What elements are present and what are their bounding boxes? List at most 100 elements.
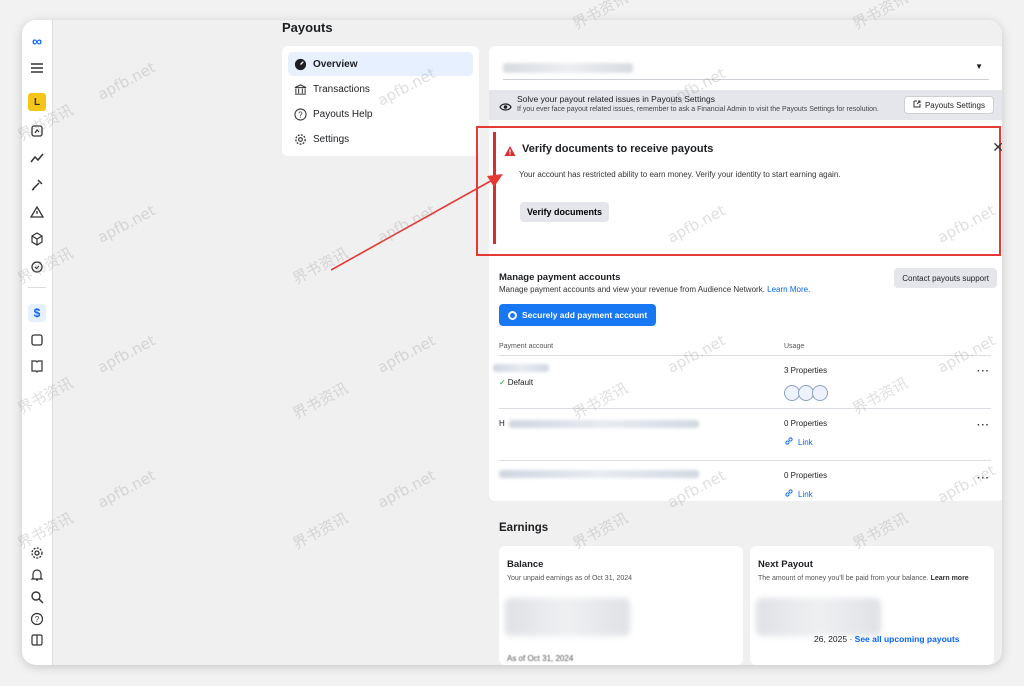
document-icon[interactable] — [28, 331, 46, 349]
next-payout-date: 26, 2025 · — [814, 634, 853, 644]
link-label: Link — [798, 437, 813, 447]
payout-issues-banner: Solve your payout related issues in Payo… — [489, 90, 1002, 120]
learn-more-link[interactable]: Learn More. — [767, 285, 810, 294]
alert-warning-icon — [504, 144, 516, 156]
link-property-button[interactable]: Link — [784, 436, 813, 448]
rail-divider — [28, 287, 46, 288]
cube-icon[interactable] — [28, 230, 46, 248]
eye-icon — [499, 99, 512, 117]
notifications-bell-icon[interactable] — [28, 566, 46, 584]
next-payout-desc: The amount of money you'll be paid from … — [758, 575, 929, 582]
nav-item-label: Overview — [313, 58, 358, 70]
nav-item-label: Payouts Help — [313, 108, 373, 120]
annotation-arrow — [331, 174, 503, 271]
next-payout-footer: 26, 2025 · See all upcoming payouts — [814, 634, 960, 644]
balance-subtitle: Your unpaid earnings as of Oct 31, 2024 — [507, 575, 633, 582]
gear-icon — [293, 132, 307, 146]
balance-card: Balance Your unpaid earnings as of Oct 3… — [499, 546, 743, 665]
link-icon — [784, 436, 794, 448]
next-payout-card: Next Payout The amount of money you'll b… — [750, 546, 994, 665]
alert-title: Verify documents to receive payouts — [522, 143, 714, 155]
usage-count: 3 Properties — [784, 366, 828, 375]
manage-accounts-subtitle: Manage payment accounts and view your re… — [499, 285, 810, 294]
nav-item-transactions[interactable]: Transactions — [288, 77, 473, 101]
page-title: Payouts — [282, 20, 333, 35]
reports-icon[interactable] — [28, 122, 46, 140]
blurred-payout-amount — [756, 598, 881, 636]
contact-payouts-support-button[interactable]: Contact payouts support — [894, 268, 997, 288]
learn-more-link[interactable]: Learn more — [931, 575, 969, 582]
row-more-options-icon[interactable]: ··· — [977, 473, 990, 484]
check-icon: ✓ — [499, 378, 506, 387]
payouts-nav: Overview Transactions ? Payouts Help Set… — [282, 46, 479, 156]
property-avatars — [784, 385, 828, 401]
add-payment-account-button[interactable]: Securely add payment account — [499, 304, 657, 326]
external-link-icon — [913, 100, 921, 110]
close-icon[interactable]: ✕ — [992, 139, 1002, 156]
verify-documents-alert: Verify documents to receive payouts Your… — [476, 126, 1002, 256]
column-header-usage: Usage — [784, 343, 805, 350]
nav-item-overview[interactable]: Overview — [288, 52, 473, 76]
tools-icon[interactable] — [28, 176, 46, 194]
usage-count: 0 Properties — [784, 419, 828, 428]
add-payment-account-label: Securely add payment account — [522, 310, 648, 320]
next-payout-subtitle: The amount of money you'll be paid from … — [758, 575, 969, 582]
search-icon[interactable] — [28, 588, 46, 606]
nav-item-label: Transactions — [313, 83, 370, 95]
link-property-button[interactable]: Link — [784, 488, 813, 500]
caret-down-icon: ▼ — [975, 62, 983, 71]
account-prefix: H — [499, 419, 505, 428]
balance-asof: As of Oct 31, 2024 — [507, 654, 574, 663]
blurred-balance-amount — [505, 598, 630, 636]
business-selector[interactable]: ▼ — [503, 58, 989, 80]
svg-text:?: ? — [35, 615, 40, 624]
payouts-settings-button[interactable]: Payouts Settings — [903, 96, 994, 114]
menu-icon[interactable] — [28, 59, 46, 77]
left-rail: ∞ L $ ? — [22, 20, 53, 665]
blurred-account-name — [509, 420, 699, 428]
payouts-settings-label: Payouts Settings — [924, 100, 985, 110]
trend-icon[interactable] — [28, 149, 46, 167]
blurred-account-name — [493, 364, 549, 372]
panel-toggle-icon[interactable] — [28, 631, 46, 649]
settings-gear-icon[interactable] — [28, 544, 46, 562]
table-divider — [499, 355, 991, 356]
usage-count: 0 Properties — [784, 471, 828, 480]
badge-icon[interactable] — [28, 258, 46, 276]
table-divider — [499, 408, 991, 409]
table-divider — [499, 460, 991, 461]
earnings-title: Earnings — [499, 522, 549, 534]
alert-body: Your account has restricted ability to e… — [519, 170, 841, 179]
balance-title: Balance — [507, 559, 544, 570]
nav-item-payouts-help[interactable]: ? Payouts Help — [288, 102, 473, 126]
row-more-options-icon[interactable]: ··· — [977, 366, 990, 377]
manage-accounts-title: Manage payment accounts — [499, 272, 621, 283]
content-area: Payouts Overview Transactions ? Payouts … — [53, 20, 1002, 665]
svg-text:?: ? — [298, 110, 303, 119]
warning-icon[interactable] — [28, 203, 46, 221]
shield-icon — [508, 310, 517, 320]
blurred-business-name — [503, 63, 633, 73]
nav-item-settings[interactable]: Settings — [288, 127, 473, 151]
see-all-payouts-link[interactable]: See all upcoming payouts — [855, 634, 960, 644]
row-more-options-icon[interactable]: ··· — [977, 420, 990, 431]
default-badge: ✓ Default — [499, 378, 533, 387]
column-header-payment-account: Payment account — [499, 343, 554, 350]
nav-item-label: Settings — [313, 133, 350, 145]
link-label: Link — [798, 489, 813, 499]
help-icon[interactable]: ? — [28, 610, 46, 628]
meta-logo-icon[interactable]: ∞ — [28, 32, 46, 50]
verify-documents-button[interactable]: Verify documents — [520, 202, 610, 222]
dashboard-icon — [293, 57, 307, 71]
next-payout-title: Next Payout — [758, 559, 813, 570]
account-avatar[interactable]: L — [28, 93, 46, 111]
payouts-dollar-icon[interactable]: $ — [28, 304, 46, 322]
link-icon — [784, 488, 794, 500]
property-avatar — [812, 385, 828, 401]
blurred-account-name — [499, 470, 699, 478]
subtitle-text: Manage payment accounts and view your re… — [499, 285, 765, 294]
bank-icon — [293, 82, 307, 96]
question-icon: ? — [293, 107, 307, 121]
default-label: Default — [507, 378, 534, 387]
book-icon[interactable] — [28, 357, 46, 375]
